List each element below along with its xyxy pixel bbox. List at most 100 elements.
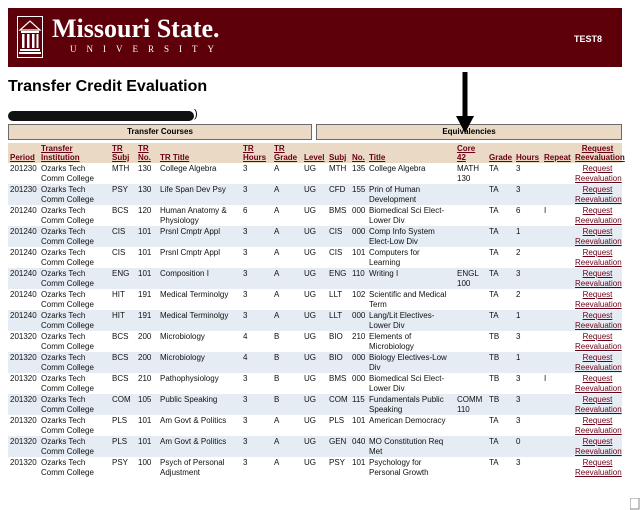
cell-tr-grade: B [272,394,302,415]
cell-title: Computers for Learning [369,248,420,267]
cell-grade: TB [489,374,500,383]
col-no[interactable]: No. [350,143,367,163]
request-reevaluation-link[interactable]: Request Reevaluation [575,353,622,372]
cell-tr-no: 101 [136,226,158,247]
col-hours[interactable]: Hours [514,143,542,163]
request-reevaluation-link[interactable]: Request Reevaluation [575,185,622,204]
cell-core [455,226,487,247]
request-cell: Request Reevaluation [573,415,622,436]
cell-subj: CFD [327,184,350,205]
request-reevaluation-link[interactable]: Request Reevaluation [575,290,622,309]
cell-tr-hours: 3 [243,248,248,257]
col-tr-hours[interactable]: TR Hours [241,143,272,163]
request-cell: Request Reevaluation [573,310,622,331]
request-cell: Request Reevaluation [573,226,622,247]
cell-level: UG [302,226,327,247]
cell-level: UG [302,184,327,205]
col-repeat[interactable]: Repeat [542,143,573,163]
cell-grade: TA [489,416,499,425]
request-reevaluation-link[interactable]: Request Reevaluation [575,311,622,330]
col-tr-title[interactable]: TR Title [158,143,241,163]
cell-level: UG [304,374,316,383]
cell-title: American Democracy [369,416,446,425]
col-request-reevaluation[interactable]: Request Reevaluation [573,143,625,163]
cell-hours: 3 [516,416,521,425]
request-reevaluation-link[interactable]: Request Reevaluation [575,227,622,246]
col-tr-no[interactable]: TR No. [136,143,158,163]
cell-tr-title: Am Govt & Politics [160,416,227,425]
cell-tr-subj: HIT [110,310,136,331]
cell-subj: LLT [327,310,350,331]
cell-hours: 2 [516,290,521,299]
table-row: 201320 Ozarks Tech Comm College PLS 101 Am G… [8,436,622,457]
cell-tr-grade: A [274,248,280,257]
cell-tr-grade: A [274,290,280,299]
request-reevaluation-link[interactable]: Request Reevaluation [575,269,622,288]
cell-tr-grade: A [272,226,302,247]
cell-period: 201230 [10,164,37,173]
cell-period: 201320 [8,436,39,457]
request-reevaluation-link[interactable]: Request Reevaluation [575,395,622,414]
cell-repeat [542,415,573,436]
col-level[interactable]: Level [302,143,327,163]
request-cell: Request Reevaluation [573,268,622,289]
cell-level: UG [304,164,316,173]
cell-core [455,310,487,331]
cell-repeat [542,331,573,352]
resize-grip-icon[interactable] [630,498,640,510]
cell-hours: 0 [514,436,542,457]
transfer-courses-header: Transfer Courses [8,124,312,140]
col-subj[interactable]: Subj [327,143,350,163]
cell-institution: Ozarks Tech Comm College [41,332,94,351]
col-tr-grade[interactable]: TR Grade [272,143,302,163]
cell-grade: TA [487,310,514,331]
cell-tr-subj: PSY [112,458,129,467]
cell-level: UG [304,416,316,425]
col-transfer-institution[interactable]: Transfer Institution [39,143,110,163]
col-core-42[interactable]: Core 42 [455,143,487,163]
request-reevaluation-link[interactable]: Request Reevaluation [575,206,622,225]
request-reevaluation-link[interactable]: Request Reevaluation [575,164,622,183]
cell-grade: TB [487,352,514,373]
col-tr-subj[interactable]: TR Subj [110,143,136,163]
cell-repeat [542,457,573,478]
table-row: 201320 Ozarks Tech Comm College BCS 210 Path… [8,373,622,394]
table-row: 201230 Ozarks Tech Comm College PSY 130 Life… [8,184,622,205]
cell-level: UG [304,458,316,467]
col-grade[interactable]: Grade [487,143,514,163]
cell-title: Writing I [367,268,455,289]
request-cell: Request Reevaluation [573,373,622,394]
table-row: 201320 Ozarks Tech Comm College COM 105 Publ… [8,394,622,415]
cell-tr-subj: CIS [110,226,136,247]
cell-grade: TA [487,184,514,205]
column-header-row: Period Transfer Institution TR Subj TR N… [8,143,625,163]
user-label: TEST8 [573,34,602,44]
cell-tr-title: Life Span Dev Psy [158,184,241,205]
cell-period: 201240 [10,206,37,215]
cell-core [455,415,487,436]
cell-institution: Ozarks Tech Comm College [41,374,94,393]
request-reevaluation-link[interactable]: Request Reevaluation [575,248,622,267]
cell-level: UG [304,332,316,341]
cell-tr-hours: 4 [243,332,248,341]
request-reevaluation-link[interactable]: Request Reevaluation [575,374,622,393]
cell-tr-title: Am Govt & Politics [158,436,241,457]
col-period[interactable]: Period [8,143,39,163]
cell-tr-title: Medical Terminolgy [160,290,229,299]
request-reevaluation-link[interactable]: Request Reevaluation [575,437,622,456]
request-reevaluation-link[interactable]: Request Reevaluation [575,332,622,351]
request-reevaluation-link[interactable]: Request Reevaluation [575,458,622,477]
cell-subj: LLT [329,290,343,299]
cell-tr-grade: A [272,310,302,331]
cell-title: Biomedical Sci Elect-Lower Div [369,374,445,393]
cell-period: 201320 [8,352,39,373]
table-row: 201320 Ozarks Tech Comm College PSY 100 Psyc… [8,457,622,478]
cell-core: ENGL 100 [455,268,487,289]
cell-no: 000 [350,310,367,331]
cell-tr-title: Psych of Personal Adjustment [160,458,225,477]
col-title[interactable]: Title [367,143,455,163]
request-reevaluation-link[interactable]: Request Reevaluation [575,416,622,435]
cell-title: Comp Info System Elect-Low Div [367,226,455,247]
cell-tr-title: Prsnl Cmptr Appl [158,226,241,247]
request-cell: Request Reevaluation [573,457,622,478]
